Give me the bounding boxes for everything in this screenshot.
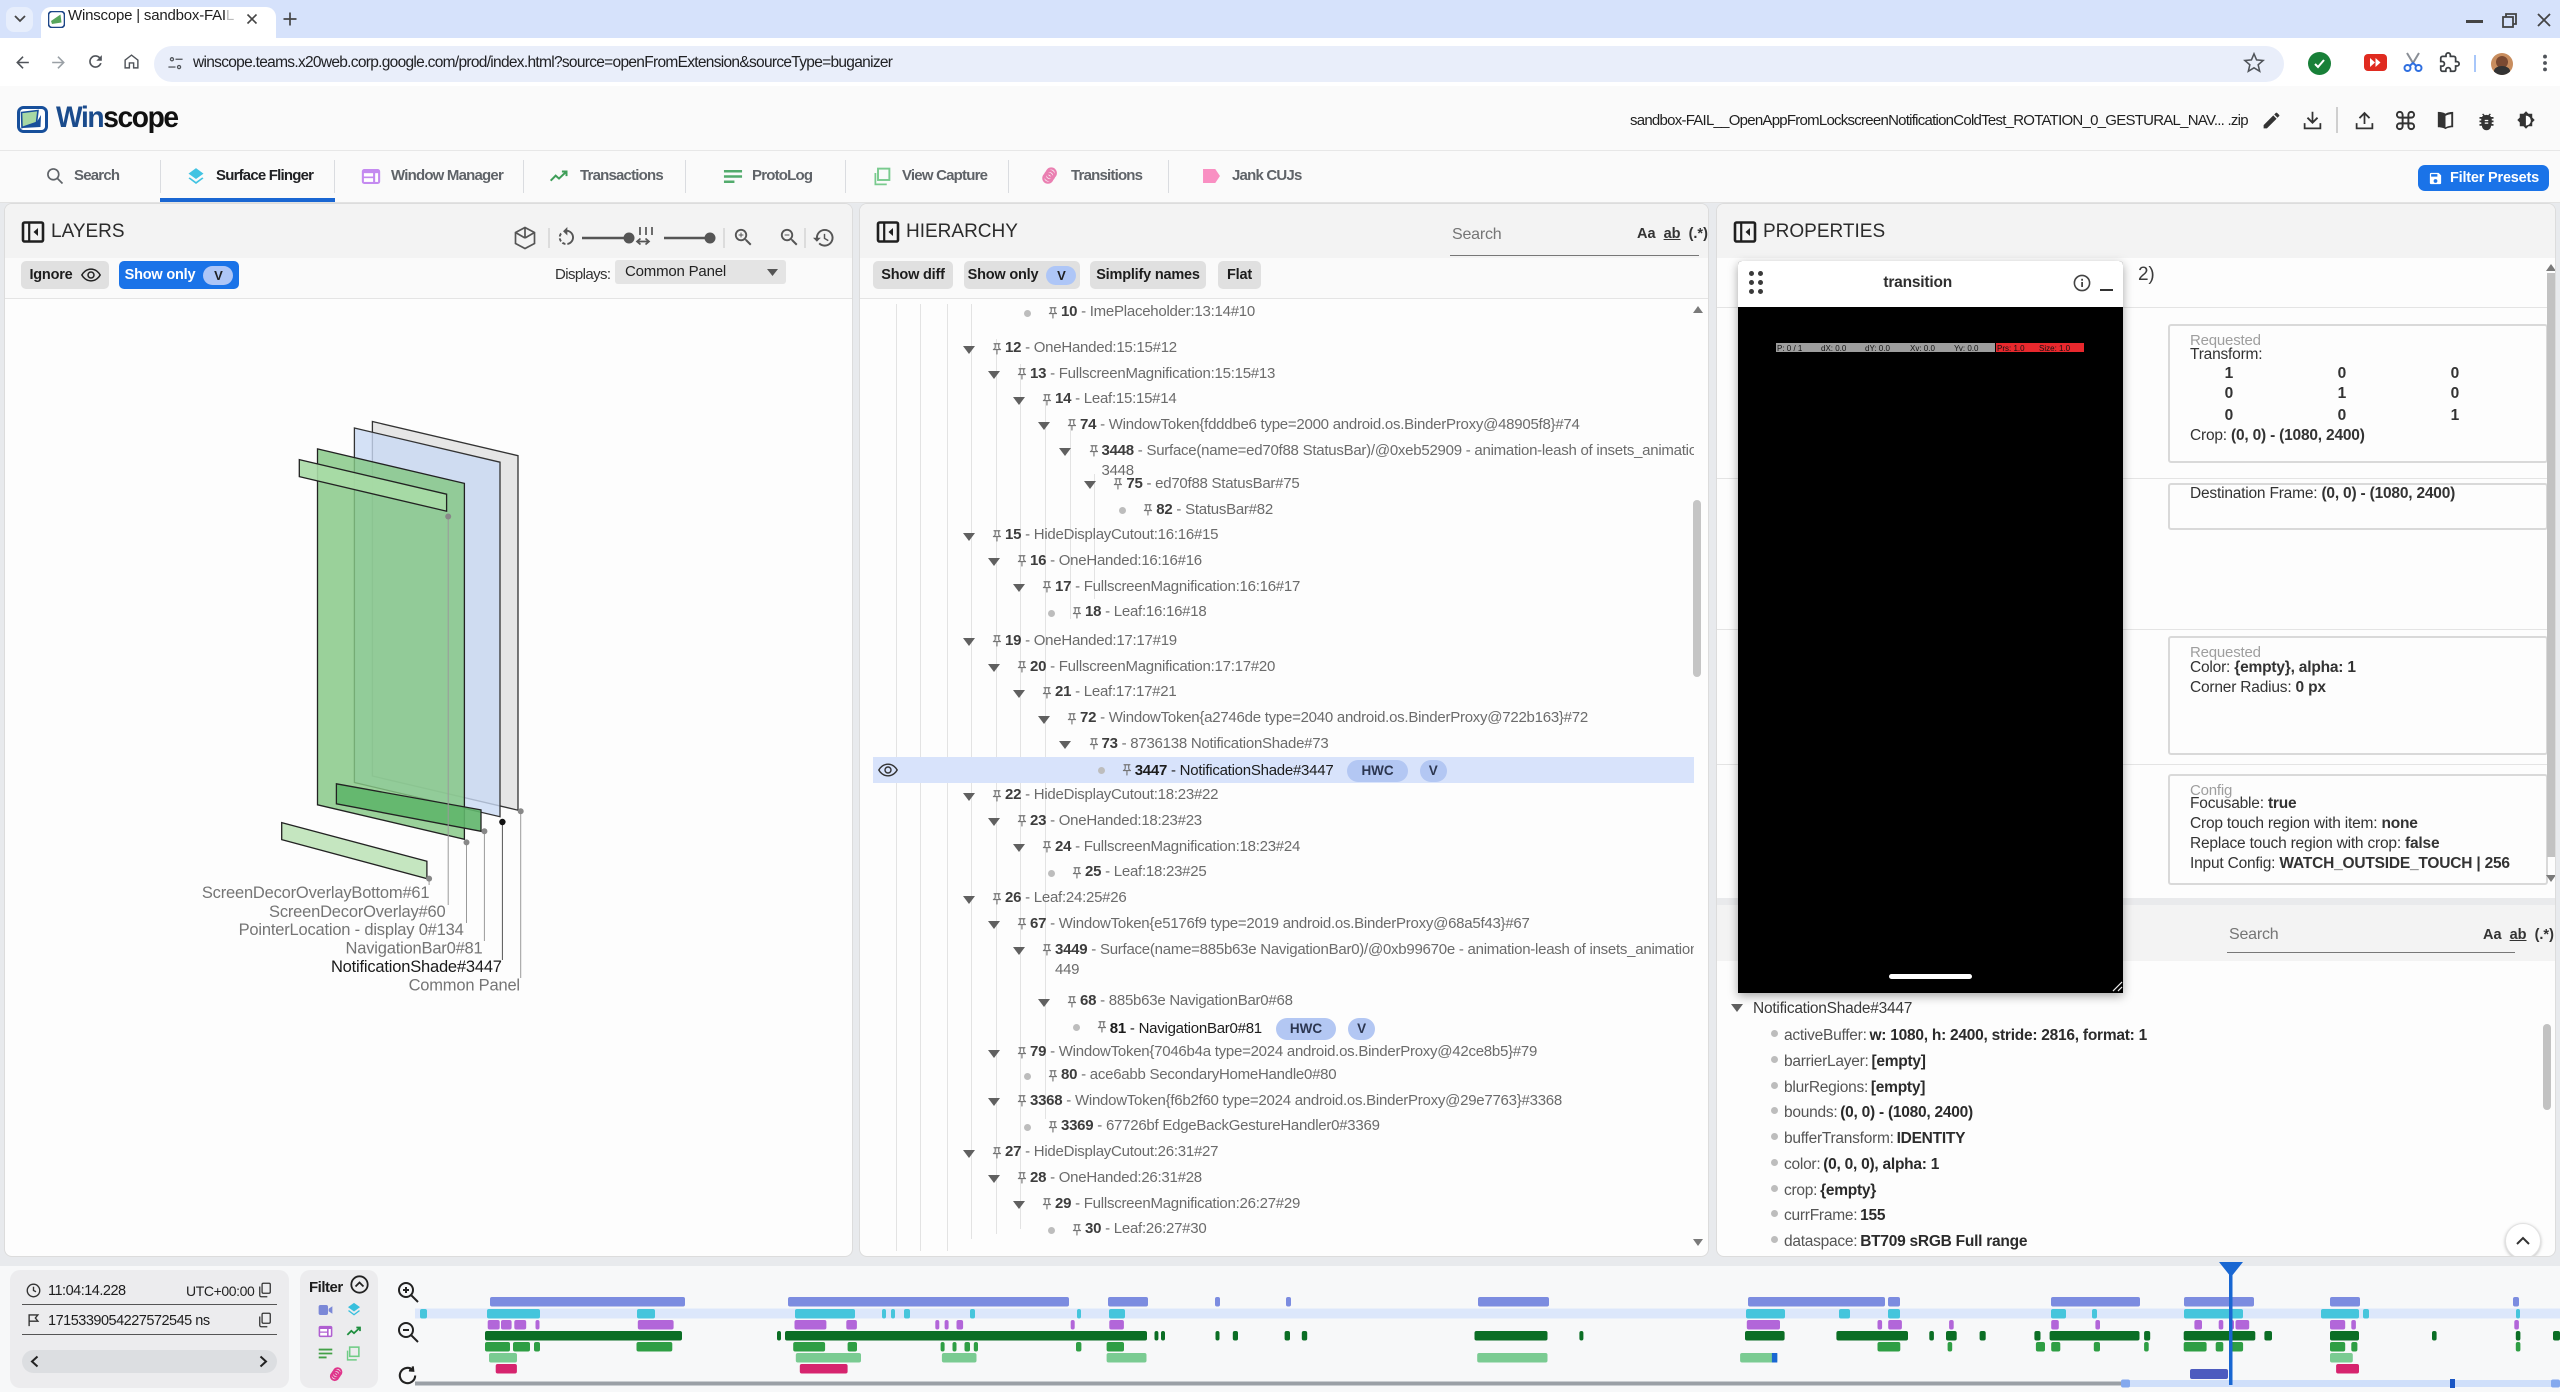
svg-text:NotificationShade#3447: NotificationShade#3447 <box>331 958 502 976</box>
svg-text:PointerLocation - display 0#13: PointerLocation - display 0#134 <box>239 921 464 939</box>
svg-text:Common Panel: Common Panel <box>409 977 520 995</box>
svg-text:ScreenDecorOverlayBottom#61: ScreenDecorOverlayBottom#61 <box>202 884 430 902</box>
svg-text:ScreenDecorOverlay#60: ScreenDecorOverlay#60 <box>269 903 445 921</box>
svg-text:NavigationBar0#81: NavigationBar0#81 <box>346 940 483 958</box>
